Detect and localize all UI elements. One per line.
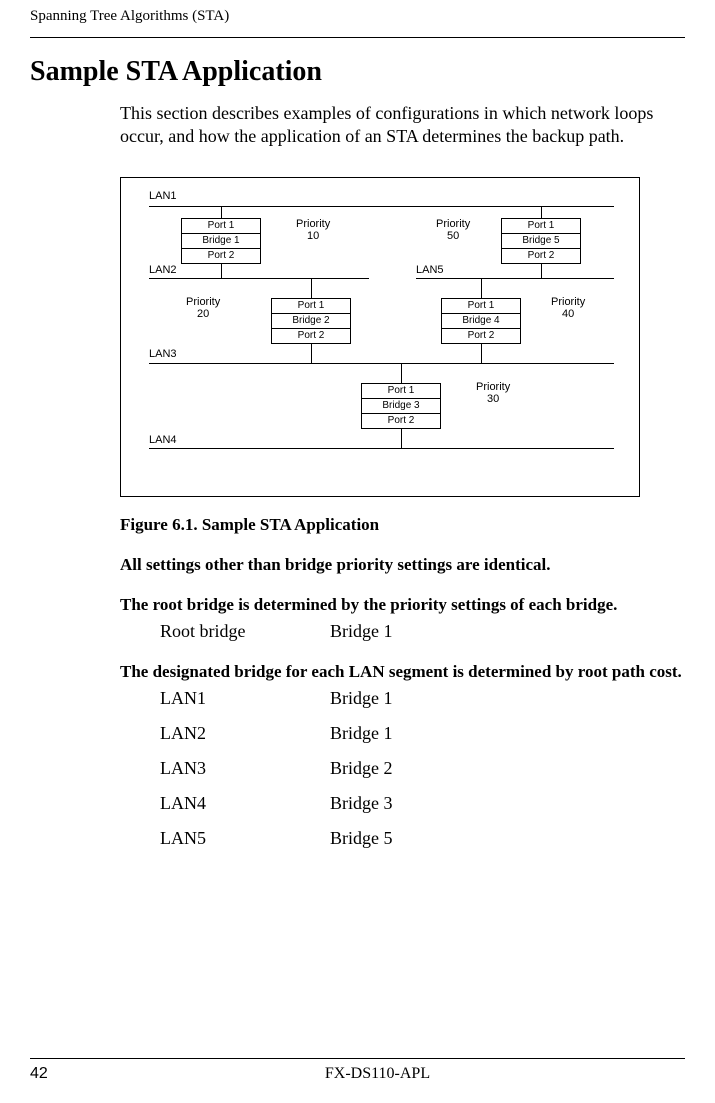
lan5-label: LAN5 xyxy=(416,264,444,276)
priority-20-label: Priority xyxy=(186,296,220,308)
root-bridge-value: Bridge 1 xyxy=(330,621,393,642)
priority-50-label: Priority xyxy=(436,218,470,230)
bridge-2: Port 1 Bridge 2 Port 2 xyxy=(271,298,351,344)
figure-diagram: LAN1 Port 1 Bridge 1 Port 2 Priority 10 … xyxy=(120,177,640,497)
list-item: LAN4 Bridge 3 xyxy=(160,793,685,814)
bridge5-port2: Port 2 xyxy=(501,249,581,264)
lan-value: Bridge 5 xyxy=(330,828,393,849)
priority-50-value: 50 xyxy=(447,230,459,242)
priority-20: Priority 20 xyxy=(186,296,220,321)
priority-10-label: Priority xyxy=(296,218,330,230)
bridge4-name: Bridge 4 xyxy=(441,314,521,329)
list-item: LAN2 Bridge 1 xyxy=(160,723,685,744)
lan-value: Bridge 2 xyxy=(330,758,393,779)
page-title: Sample STA Application xyxy=(30,56,685,88)
b3-to-lan4-stub xyxy=(401,428,402,448)
priority-10-value: 10 xyxy=(307,230,319,242)
lan1-stub-right xyxy=(541,206,542,218)
para-settings-identical: All settings other than bridge priority … xyxy=(120,555,685,575)
priority-30-label: Priority xyxy=(476,381,510,393)
bridge2-port2: Port 2 xyxy=(271,329,351,344)
lan-value: Bridge 1 xyxy=(330,688,393,709)
priority-30-value: 30 xyxy=(487,393,499,405)
list-item: LAN1 Bridge 1 xyxy=(160,688,685,709)
priority-40: Priority 40 xyxy=(551,296,585,321)
root-bridge-row: Root bridge Bridge 1 xyxy=(160,621,685,642)
running-head: Spanning Tree Algorithms (STA) xyxy=(30,8,685,25)
header-rule xyxy=(30,37,685,38)
lan5-to-b4-stub xyxy=(481,278,482,298)
bridge-4: Port 1 Bridge 4 Port 2 xyxy=(441,298,521,344)
root-bridge-key: Root bridge xyxy=(160,621,330,642)
lan3-to-b3-stub xyxy=(401,363,402,383)
list-item: LAN5 Bridge 5 xyxy=(160,828,685,849)
bridge4-port2: Port 2 xyxy=(441,329,521,344)
bridge5-port1: Port 1 xyxy=(501,218,581,234)
bridge1-port1: Port 1 xyxy=(181,218,261,234)
b4-to-lan3-stub xyxy=(481,343,482,363)
lan5-line xyxy=(416,278,614,279)
list-item: LAN3 Bridge 2 xyxy=(160,758,685,779)
page-footer: 42 FX-DS110-APL xyxy=(30,1058,685,1083)
lan1-line xyxy=(149,206,614,207)
lan-key: LAN5 xyxy=(160,828,330,849)
b2-to-lan3-stub xyxy=(311,343,312,363)
priority-30: Priority 30 xyxy=(476,381,510,406)
priority-20-value: 20 xyxy=(197,308,209,320)
priority-50: Priority 50 xyxy=(436,218,470,243)
lan2-label: LAN2 xyxy=(149,264,177,276)
footer-rule xyxy=(30,1058,685,1059)
lan-key: LAN3 xyxy=(160,758,330,779)
lan3-label: LAN3 xyxy=(149,348,177,360)
bridge1-name: Bridge 1 xyxy=(181,234,261,249)
priority-40-label: Priority xyxy=(551,296,585,308)
bridge-3: Port 1 Bridge 3 Port 2 xyxy=(361,383,441,429)
b5-to-lan5-stub xyxy=(541,263,542,278)
doc-id: FX-DS110-APL xyxy=(70,1065,685,1083)
lan1-label: LAN1 xyxy=(149,190,177,202)
bridge2-name: Bridge 2 xyxy=(271,314,351,329)
priority-40-value: 40 xyxy=(562,308,574,320)
priority-10: Priority 10 xyxy=(296,218,330,243)
lan-key: LAN2 xyxy=(160,723,330,744)
lan-key: LAN4 xyxy=(160,793,330,814)
bridge3-port1: Port 1 xyxy=(361,383,441,399)
bridge1-port2: Port 2 xyxy=(181,249,261,264)
intro-paragraph: This section describes examples of confi… xyxy=(120,102,685,149)
bridge4-port1: Port 1 xyxy=(441,298,521,314)
lan-value: Bridge 3 xyxy=(330,793,393,814)
bridge3-name: Bridge 3 xyxy=(361,399,441,414)
lan-key: LAN1 xyxy=(160,688,330,709)
lan4-line xyxy=(149,448,614,449)
b1-to-lan2-stub xyxy=(221,263,222,278)
lan-value: Bridge 1 xyxy=(330,723,393,744)
lan2-line xyxy=(149,278,369,279)
lan3-line xyxy=(149,363,614,364)
lan2-to-b2-stub xyxy=(311,278,312,298)
figure-caption: Figure 6.1. Sample STA Application xyxy=(120,515,685,535)
bridge-5: Port 1 Bridge 5 Port 2 xyxy=(501,218,581,264)
para-root-bridge: The root bridge is determined by the pri… xyxy=(120,595,685,615)
bridge3-port2: Port 2 xyxy=(361,414,441,429)
bridge2-port1: Port 1 xyxy=(271,298,351,314)
lan4-label: LAN4 xyxy=(149,434,177,446)
lan1-stub-left xyxy=(221,206,222,218)
page-number: 42 xyxy=(30,1065,70,1083)
para-designated-bridge: The designated bridge for each LAN segme… xyxy=(120,662,685,682)
bridge-1: Port 1 Bridge 1 Port 2 xyxy=(181,218,261,264)
bridge5-name: Bridge 5 xyxy=(501,234,581,249)
